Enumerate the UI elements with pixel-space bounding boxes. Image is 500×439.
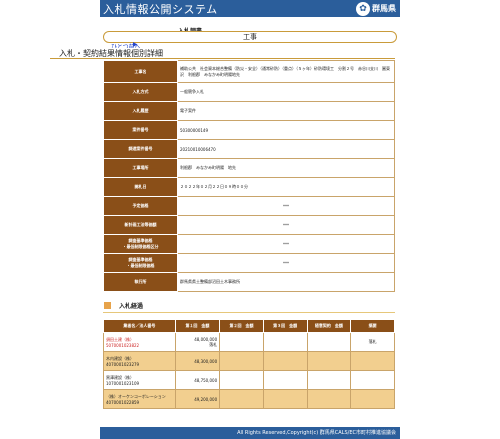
detail-label: 調達案件番号 — [103, 139, 178, 159]
app-title: 入札情報公開システム — [103, 3, 218, 16]
round2-cell — [219, 370, 264, 390]
prefecture-name: 群馬県 — [372, 4, 396, 13]
detail-value: *** — [177, 196, 395, 216]
detail-row: 調査基準価格 ・最低制限価格区分 *** — [103, 234, 395, 254]
detail-label: 開札日 — [103, 177, 178, 197]
round3-cell — [262, 389, 308, 409]
round2-cell — [219, 351, 264, 371]
remarks-cell — [350, 370, 395, 390]
results-column-header: 随意契約 金額 — [306, 319, 352, 333]
detail-row: 案件番号 50300000149 — [103, 120, 395, 140]
detail-value: 電子案件 — [177, 101, 395, 121]
detail-value: *** — [177, 253, 395, 273]
detail-label: 調査基準価格 ・最低制限価格 — [103, 253, 178, 273]
detail-label: 執行所 — [103, 272, 178, 292]
detail-value: 50300000149 — [177, 120, 395, 140]
round1-amount: 48,300,000 — [194, 358, 218, 364]
round2-cell — [219, 389, 264, 409]
remarks-cell — [350, 351, 395, 371]
section-marker-icon — [104, 302, 111, 309]
detail-label: 入札履歴 — [103, 101, 178, 121]
detail-table: 工事名 補助公共 社会資本総合整備（防災・安全）（通常砂防）（重点）（５ヶ年）砂防… — [103, 60, 395, 292]
detail-label: 工事名 — [103, 60, 178, 83]
round3-cell — [262, 332, 308, 352]
negotiated-cell — [306, 370, 352, 390]
negotiated-cell — [306, 351, 352, 371]
results-row: 木内建設（株） 4070001023279 48,300,000 — [103, 351, 395, 371]
detail-value: *** — [177, 215, 395, 235]
bidder-cell: （株）オーケンコーポレーション 4070001022859 — [103, 389, 176, 409]
bidder-cell: 須田土建（株） 5070001023822 — [103, 332, 176, 352]
results-row: 黒澤建設（株） 1070001023109 48,750,000 — [103, 370, 395, 390]
copyright-text: All Rights Reserved,Copyright(c) 群馬県CALS… — [237, 430, 396, 436]
results-row: （株）オーケンコーポレーション 4070001022859 49,200,000 — [103, 389, 395, 409]
category-value: 工事 — [103, 31, 397, 43]
app-header: 入札情報公開システム ✿ 群馬県 — [100, 0, 400, 17]
round1-amount-cell: 49,200,000 — [174, 389, 221, 409]
round3-cell — [262, 370, 308, 390]
round1-note: 落札 — [209, 341, 218, 347]
detail-row: 調査基準価格 ・最低制限価格 *** — [103, 253, 395, 273]
detail-row: 執行所 群馬県県土整備部沼田土木事務所 — [103, 272, 395, 292]
results-section-title: 入札経過 — [119, 303, 144, 310]
detail-value: 補助公共 社会資本総合整備（防災・安全）（通常砂防）（重点）（５ヶ年）砂防環境工… — [177, 60, 395, 83]
detail-label: 工事場所 — [103, 158, 178, 178]
detail-label: 新計画工法等価額 — [103, 215, 178, 235]
corporate-number: 4070001023279 — [106, 361, 140, 367]
negotiated-cell — [306, 332, 352, 352]
round1-amount-cell: 48,300,000 — [174, 351, 221, 371]
round1-amount-cell: 48,750,000 — [174, 370, 221, 390]
footer: All Rights Reserved,Copyright(c) 群馬県CALS… — [100, 427, 400, 439]
round3-cell — [262, 351, 308, 371]
detail-row: 予定価格 *** — [103, 196, 395, 216]
detail-label: 案件番号 — [103, 120, 178, 140]
back-arrow-icon[interactable]: ▶ — [133, 41, 138, 48]
results-table: 業者名／法人番号 第１回 金額 第２回 金額 第３回 金額 随意契約 金額 摘要 須田土建… — [103, 319, 395, 409]
corporate-number: 5070001023822 — [106, 342, 140, 348]
detail-value: 20210010006470 — [177, 139, 395, 159]
bidder-cell: 木内建設（株） 4070001023279 — [103, 351, 176, 371]
round1-amount-cell: 48,000,000 落札 — [174, 332, 221, 352]
corporate-number: 4070001022859 — [106, 399, 140, 405]
results-column-header: 第３回 金額 — [262, 319, 308, 333]
results-row: 須田土建（株） 5070001023822 48,000,000 落札 落札 — [103, 332, 395, 352]
results-section-header: 入札経過 — [103, 300, 395, 313]
page-title: 入札・契約結果情報個別詳細 — [59, 49, 163, 58]
detail-value: *** — [177, 234, 395, 254]
detail-row: 新計画工法等価額 *** — [103, 215, 395, 235]
round1-amount: 49,200,000 — [194, 396, 218, 402]
remarks-cell — [350, 389, 395, 409]
corporate-number: 1070001023109 — [106, 380, 140, 386]
detail-row: 調達案件番号 20210010006470 — [103, 139, 395, 159]
results-column-header: 摘要 — [350, 319, 395, 333]
results-column-header: 第２回 金額 — [219, 319, 264, 333]
round1-amount: 48,750,000 — [194, 377, 218, 383]
detail-label: 予定価格 — [103, 196, 178, 216]
detail-value: 利根郡 みなかみ町明陽 地先 — [177, 158, 395, 178]
detail-row: 入札方式 一般競争入札 — [103, 82, 395, 102]
prefecture-emblem-icon: ✿ — [356, 2, 370, 16]
detail-row: 工事場所 利根郡 みなかみ町明陽 地先 — [103, 158, 395, 178]
bidder-cell: 黒澤建設（株） 1070001023109 — [103, 370, 176, 390]
detail-label: 入札方式 — [103, 82, 178, 102]
detail-value: ２０２２年０２月２２日０９時００分 — [177, 177, 395, 197]
remarks-cell: 落札 — [350, 332, 395, 352]
detail-row: 入札履歴 電子案件 — [103, 101, 395, 121]
detail-value: 群馬県県土整備部沼田土木事務所 — [177, 272, 395, 292]
detail-value: 一般競争入札 — [177, 82, 395, 102]
negotiated-cell — [306, 389, 352, 409]
bidder-name: （株）オーケンコーポレーション — [106, 393, 166, 399]
detail-label: 調査基準価格 ・最低制限価格区分 — [103, 234, 178, 254]
results-column-header: 業者名／法人番号 — [103, 319, 176, 333]
round2-cell — [219, 332, 264, 352]
detail-row: 開札日 ２０２２年０２月２２日０９時００分 — [103, 177, 395, 197]
results-column-header: 第１回 金額 — [174, 319, 221, 333]
detail-row: 工事名 補助公共 社会資本総合整備（防災・安全）（通常砂防）（重点）（５ヶ年）砂防… — [103, 60, 395, 83]
